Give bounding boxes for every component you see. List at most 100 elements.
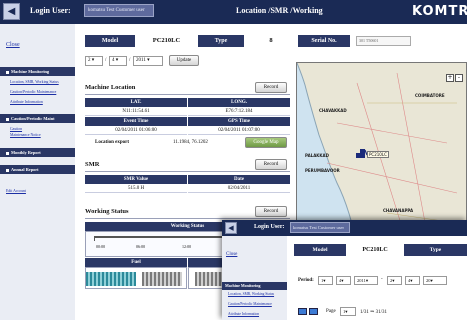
square-bullet-icon xyxy=(6,70,9,74)
smr-record-button[interactable]: Record xyxy=(255,159,287,170)
divider xyxy=(85,171,290,172)
map-controls: + - xyxy=(445,66,463,84)
smr-value-header: SMR Value xyxy=(85,175,187,184)
login-user-label: Login User: xyxy=(30,6,71,15)
sidebar-link-attribute-info[interactable]: Attribute Information xyxy=(10,100,74,105)
app-window: ◀ Login User: komatsu Test Customer user… xyxy=(0,0,467,320)
sidebar-annual-report[interactable]: Annual Report xyxy=(0,165,75,174)
sidebar-section-machine-monitoring: Machine Monitoring xyxy=(0,67,75,76)
square-bullet-icon xyxy=(6,151,9,155)
map-place-label: CHAVAKKAD xyxy=(319,108,347,113)
tick-label: 06:00 xyxy=(136,244,146,249)
type-label: Type xyxy=(198,35,244,47)
overlay-header: ◀ Login User: komatsu Test Customer user xyxy=(222,220,467,236)
long-value: E76:7:12.184 xyxy=(188,107,290,116)
fuel-header: Fuel xyxy=(85,258,187,267)
overlay-login-value: komatsu Test Customer user xyxy=(290,222,350,233)
page-select[interactable]: 1▾ xyxy=(340,307,356,316)
tick-label: 12:00 xyxy=(182,244,192,249)
excavator-marker-icon[interactable] xyxy=(355,147,368,159)
period-from-day[interactable]: 4▾ xyxy=(336,276,351,285)
map-place-label: COIMBATORE xyxy=(415,93,445,98)
fuel-bars-right xyxy=(142,272,182,286)
top-header: ◀ Login User: komatsu Test Customer user… xyxy=(0,0,467,24)
smr-value: 515.0 H xyxy=(85,184,187,193)
update-button[interactable]: Update xyxy=(169,55,199,66)
working-record-button[interactable]: Record xyxy=(255,206,287,217)
overlay-model-label: Model xyxy=(294,244,346,256)
month-select[interactable]: 2 ▾ xyxy=(85,56,103,66)
event-time-header: Event Time xyxy=(85,117,187,126)
sidebar: Close Machine Monitoring Location, SMR, … xyxy=(0,24,75,320)
gps-time-header: GPS Time xyxy=(188,117,290,126)
period-to-month[interactable]: 2▾ xyxy=(387,276,402,285)
sidebar-link-caution[interactable]: Caution xyxy=(10,127,74,132)
model-value: PC210LC xyxy=(135,35,198,47)
location-map[interactable]: + - CHAVAKKAD COIMBATORE PALAKKAD PERUMBA… xyxy=(296,62,467,243)
zoom-in-icon[interactable]: + xyxy=(446,74,454,82)
tick-label: 00:00 xyxy=(96,244,106,249)
overlay-login-label: Login User: xyxy=(254,224,285,230)
period-from-year[interactable]: 2011▾ xyxy=(354,276,378,285)
event-time-value: 02/04/2011 01:06:00 xyxy=(85,126,187,135)
komtrax-logo: KOMTRAX xyxy=(412,4,467,19)
machine-location-title: Machine Location xyxy=(85,84,136,91)
map-place-label: CHAVANAPPA xyxy=(383,208,414,213)
login-user-value: komatsu Test Customer user xyxy=(84,4,154,17)
period-dash: - xyxy=(381,277,383,282)
sidebar-monthly-report[interactable]: Monthly Report xyxy=(0,148,75,157)
period-to-year[interactable]: 20▾ xyxy=(423,276,447,285)
prev-page-icon[interactable] xyxy=(298,308,307,315)
square-bullet-icon xyxy=(6,168,9,172)
sidebar-link-maintenance-notice[interactable]: Maintenance Notice xyxy=(10,133,74,138)
model-label: Model xyxy=(85,35,135,47)
day-select[interactable]: 4 ▾ xyxy=(109,56,127,66)
sidebar-link-caution-maintenance[interactable]: Caution/Periodic Maintenance xyxy=(10,90,74,95)
location-record-button[interactable]: Record xyxy=(255,82,287,93)
back-arrow-icon[interactable]: ◀ xyxy=(3,3,20,20)
fuel-gauge xyxy=(85,267,187,289)
overlay-close-link[interactable]: Close xyxy=(226,252,237,257)
period-from-month[interactable]: 1▾ xyxy=(318,276,333,285)
map-place-label: PALAKKAD xyxy=(305,153,329,158)
overlay-sidebar: Close Machine Monitoring Location, SMR, … xyxy=(222,236,287,320)
year-select[interactable]: 2011 ▾ xyxy=(133,56,163,66)
serial-value: 301 T50601 xyxy=(356,36,411,46)
marker-label: PC210LC xyxy=(367,151,389,158)
history-window: ◀ Login User: komatsu Test Customer user… xyxy=(222,220,467,320)
location-export-label: Location export xyxy=(95,140,130,145)
sidebar-link-edit-account[interactable]: Edit Account xyxy=(6,189,70,194)
serial-label: Serial No. xyxy=(298,35,350,47)
period-to-day[interactable]: 4▾ xyxy=(405,276,420,285)
sidebar-section-caution: Caution/Periodic Maint xyxy=(0,114,75,123)
date-separator: / xyxy=(105,58,107,63)
zoom-out-icon[interactable]: - xyxy=(455,74,463,82)
overlay-link-location[interactable]: Location, SMR, Working Status xyxy=(228,292,286,296)
long-header: LONG. xyxy=(188,98,290,107)
type-value: 8 xyxy=(244,35,298,47)
close-link[interactable]: Close xyxy=(6,42,20,48)
smr-title: SMR xyxy=(85,161,100,168)
location-export-value[interactable]: 11.1984, 76.1202 xyxy=(173,140,208,145)
overlay-link-caution[interactable]: Caution/Periodic Maintenance xyxy=(228,302,286,306)
page-title: Location /SMR /Working xyxy=(236,6,323,15)
smr-date-header: Date xyxy=(188,175,290,184)
period-label: Period: xyxy=(298,278,314,283)
lat-header: LAT. xyxy=(85,98,187,107)
date-separator: / xyxy=(129,58,131,63)
fuel-bars-left xyxy=(86,272,136,286)
page-label: Page xyxy=(326,309,336,314)
working-status-title: Working Status xyxy=(85,208,129,215)
square-bullet-icon xyxy=(6,117,9,121)
page-range: 1/31 ⇒ 31/31 xyxy=(360,310,387,315)
smr-date: 02/04/2011 xyxy=(188,184,290,193)
sidebar-link-location-smr[interactable]: Location, SMR, Working Status xyxy=(10,80,74,85)
overlay-link-attribute[interactable]: Attribute Information xyxy=(228,312,286,316)
back-arrow-icon[interactable]: ◀ xyxy=(225,222,237,234)
map-place-label: PERUMBAVOOR xyxy=(305,168,340,173)
next-page-icon[interactable] xyxy=(309,308,318,315)
overlay-model-value: PC210LC xyxy=(346,244,404,256)
lat-value: N11:11:54.61 xyxy=(85,107,187,116)
google-map-button[interactable]: Google Map xyxy=(245,137,287,148)
gps-time-value: 02/04/2011 01:07:00 xyxy=(188,126,290,135)
